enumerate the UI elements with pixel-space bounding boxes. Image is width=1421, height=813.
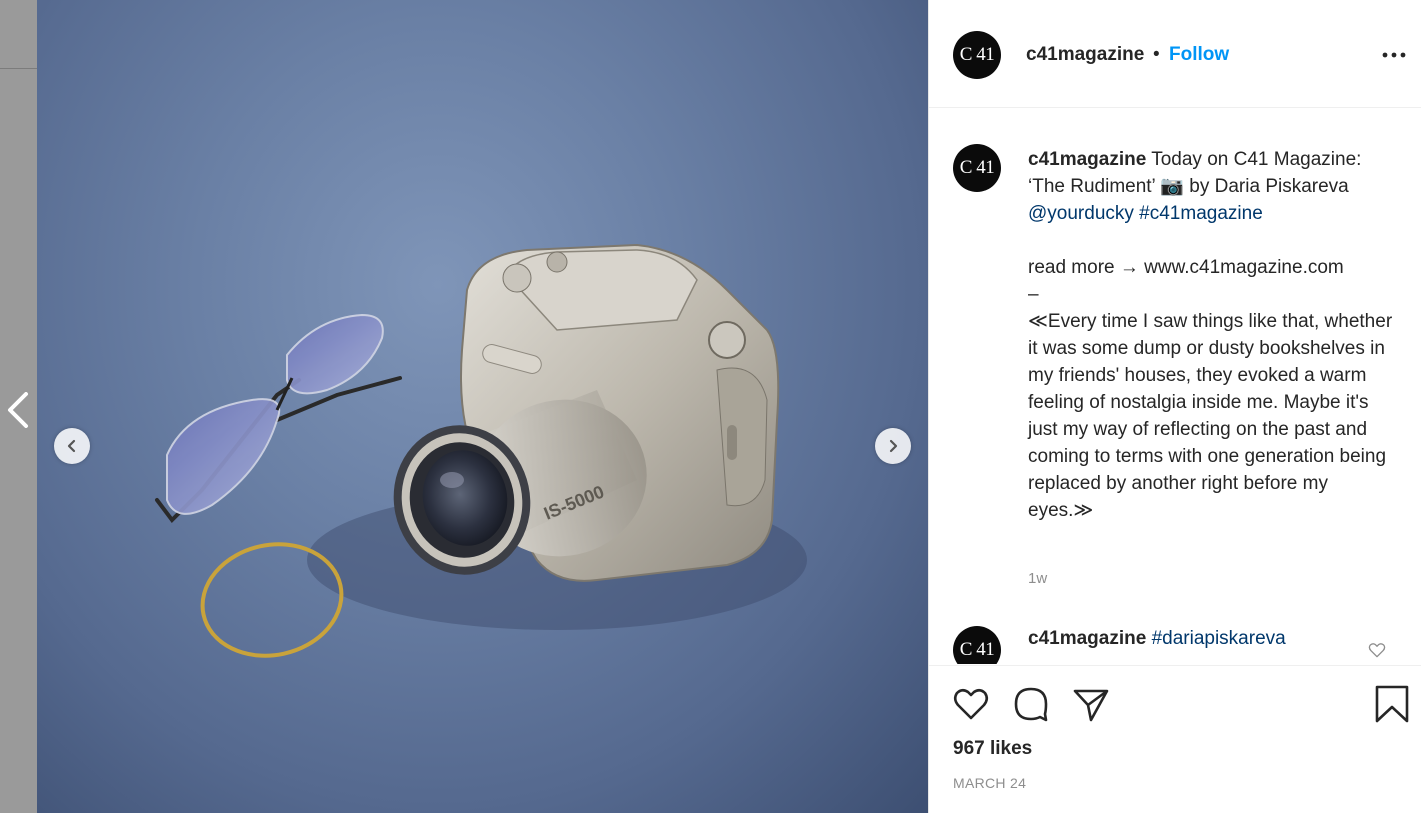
previous-image-button[interactable] xyxy=(54,428,90,464)
avatar[interactable]: C 41 xyxy=(953,626,1001,664)
comment-username[interactable]: c41magazine xyxy=(1028,628,1146,649)
post-username[interactable]: c41magazine xyxy=(1026,44,1144,66)
follow-button[interactable]: Follow xyxy=(1169,44,1229,66)
quote-text: ≪Every time I saw things like that, whet… xyxy=(1028,311,1393,521)
post-image[interactable]: IS-5000 xyxy=(37,0,928,813)
dash-text: – xyxy=(1028,284,1039,305)
hashtag-link[interactable]: #c41magazine xyxy=(1139,203,1263,224)
comments-list[interactable]: C 41 c41magazine Today on C41 Magazine: … xyxy=(929,108,1421,664)
comment-like-heart-icon[interactable] xyxy=(1367,640,1387,660)
post-header: C 41 c41magazine • Follow xyxy=(929,0,1421,108)
post-side-panel: C 41 c41magazine • Follow C 41 c41magazi… xyxy=(928,0,1421,813)
photo-illustration: IS-5000 xyxy=(155,243,807,658)
post-actions: 967 likes MARCH 24 xyxy=(929,665,1421,813)
more-options-icon[interactable] xyxy=(1381,44,1407,66)
avatar[interactable]: C 41 xyxy=(953,144,1001,192)
avatar[interactable]: C 41 xyxy=(953,31,1001,79)
comment-text: c41magazine #dariapiskareva xyxy=(1028,628,1286,650)
comment-icon[interactable] xyxy=(1011,684,1051,724)
modal-backdrop[interactable] xyxy=(0,0,37,813)
mention-link[interactable]: @yourducky xyxy=(1028,203,1134,224)
chevron-left-icon xyxy=(67,439,76,453)
comment-username[interactable]: c41magazine xyxy=(1028,149,1146,170)
caption-text: c41magazine Today on C41 Magazine: ‘The … xyxy=(1028,146,1398,524)
hashtag-link[interactable]: #dariapiskareva xyxy=(1152,628,1286,649)
likes-count[interactable]: 967 likes xyxy=(953,738,1032,760)
heart-icon[interactable] xyxy=(951,684,991,724)
separator-dot: • xyxy=(1153,44,1160,65)
comment-timestamp[interactable]: 1w xyxy=(1028,570,1047,587)
backdrop-divider xyxy=(0,68,37,69)
bookmark-icon[interactable] xyxy=(1372,684,1412,724)
next-image-button[interactable] xyxy=(875,428,911,464)
previous-post-chevron-icon[interactable] xyxy=(4,392,34,428)
paper-plane-icon[interactable] xyxy=(1071,684,1111,724)
chevron-right-icon xyxy=(889,439,898,453)
read-more-text: read more → www.c41magazine.com xyxy=(1028,257,1344,278)
post-date[interactable]: MARCH 24 xyxy=(953,775,1026,791)
